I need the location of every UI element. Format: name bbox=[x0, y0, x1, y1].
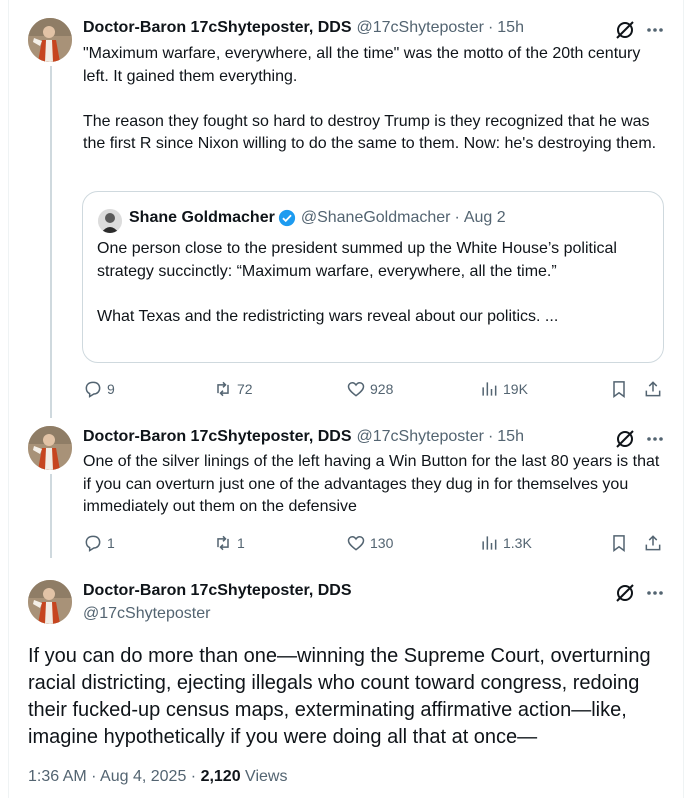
tweet-text: One of the silver linings of the left ha… bbox=[83, 453, 664, 515]
username[interactable]: @17cShyteposter bbox=[357, 19, 484, 37]
avatar[interactable] bbox=[28, 426, 72, 470]
quote-text: One person close to the president summed… bbox=[97, 240, 617, 325]
display-name[interactable]: Doctor-Baron 17cShyteposter, DDS bbox=[83, 428, 352, 446]
view-count: 2,120 bbox=[200, 768, 241, 785]
more-icon[interactable] bbox=[644, 19, 666, 41]
like-count: 130 bbox=[370, 535, 394, 551]
bookmark-icon bbox=[613, 381, 625, 398]
tweet-text: "Maximum warfare, everywhere, all the ti… bbox=[83, 45, 657, 152]
thread-line bbox=[50, 66, 52, 418]
timestamp[interactable]: 15h bbox=[497, 19, 524, 37]
separator: · bbox=[487, 428, 494, 445]
views-count: 19K bbox=[503, 381, 528, 397]
repost-icon bbox=[217, 535, 229, 551]
repost-button[interactable]: 72 bbox=[213, 379, 253, 399]
repost-count: 1 bbox=[237, 535, 245, 551]
quoted-tweet[interactable]: Shane Goldmacher @ShaneGoldmacher · Aug … bbox=[82, 191, 664, 363]
views-icon bbox=[482, 382, 497, 396]
heart-icon bbox=[347, 535, 365, 551]
display-name[interactable]: Doctor-Baron 17cShyteposter, DDS bbox=[83, 582, 352, 600]
action-bar: 9 72 928 19K bbox=[83, 379, 673, 401]
reply-button[interactable]: 1 bbox=[83, 533, 115, 553]
username[interactable]: @17cShyteposter bbox=[83, 605, 210, 623]
separator: · bbox=[487, 19, 494, 36]
share-icon bbox=[645, 381, 661, 397]
views-button[interactable]: 1.3K bbox=[479, 533, 532, 553]
display-name[interactable]: Doctor-Baron 17cShyteposter, DDS bbox=[83, 19, 352, 37]
reply-icon bbox=[85, 381, 101, 398]
grok-icon[interactable] bbox=[614, 428, 636, 450]
verified-badge-icon bbox=[278, 209, 296, 227]
reply-count: 1 bbox=[107, 535, 115, 551]
share-button[interactable] bbox=[643, 533, 667, 553]
timestamp[interactable]: 15h bbox=[497, 428, 524, 446]
repost-button[interactable]: 1 bbox=[213, 533, 245, 553]
thread-line bbox=[50, 474, 52, 558]
repost-count: 72 bbox=[237, 381, 253, 397]
grok-icon[interactable] bbox=[614, 582, 636, 604]
repost-icon bbox=[217, 381, 229, 397]
like-button[interactable]: 928 bbox=[346, 379, 393, 399]
share-icon bbox=[645, 535, 661, 551]
quote-avatar bbox=[98, 209, 122, 233]
tweet-header: Doctor-Baron 17cShyteposter, DDS @17cShy… bbox=[83, 428, 524, 446]
main-tweet-name: Doctor-Baron 17cShyteposter, DDS bbox=[83, 582, 352, 600]
bookmark-button[interactable] bbox=[609, 379, 633, 399]
more-icon[interactable] bbox=[644, 582, 666, 604]
avatar[interactable] bbox=[28, 18, 72, 62]
reply-count: 9 bbox=[107, 381, 115, 397]
views-button[interactable]: 19K bbox=[479, 379, 528, 399]
views-icon bbox=[482, 536, 497, 550]
reply-icon bbox=[85, 535, 101, 552]
reply-button[interactable]: 9 bbox=[83, 379, 115, 399]
quote-display-name: Shane Goldmacher bbox=[129, 209, 275, 226]
views-label: Views bbox=[240, 768, 288, 785]
separator: · bbox=[454, 209, 460, 226]
tweet-metadata: 1:36 AM · Aug 4, 2025 · 2,120 Views bbox=[28, 768, 287, 786]
views-count: 1.3K bbox=[503, 535, 532, 551]
quote-username: @ShaneGoldmacher bbox=[300, 209, 451, 226]
like-count: 928 bbox=[370, 381, 394, 397]
more-icon[interactable] bbox=[644, 428, 666, 450]
main-tweet-handle: @17cShyteposter bbox=[83, 605, 210, 623]
share-button[interactable] bbox=[643, 379, 667, 399]
grok-icon[interactable] bbox=[614, 19, 636, 41]
main-tweet-text: If you can do more than one—winning the … bbox=[28, 645, 651, 748]
post-timestamp[interactable]: 1:36 AM · Aug 4, 2025 · bbox=[28, 768, 201, 785]
bookmark-icon bbox=[613, 535, 625, 552]
right-border bbox=[683, 0, 684, 798]
bookmark-button[interactable] bbox=[609, 533, 633, 553]
action-bar: 1 1 130 1.3K bbox=[83, 533, 673, 555]
like-button[interactable]: 130 bbox=[346, 533, 393, 553]
tweet-header: Doctor-Baron 17cShyteposter, DDS @17cShy… bbox=[83, 19, 524, 37]
quote-header: Shane Goldmacher @ShaneGoldmacher · Aug … bbox=[129, 209, 506, 227]
quote-timestamp: Aug 2 bbox=[463, 209, 506, 226]
left-border bbox=[8, 0, 9, 798]
avatar[interactable] bbox=[28, 580, 72, 624]
username[interactable]: @17cShyteposter bbox=[357, 428, 484, 446]
heart-icon bbox=[347, 381, 365, 397]
